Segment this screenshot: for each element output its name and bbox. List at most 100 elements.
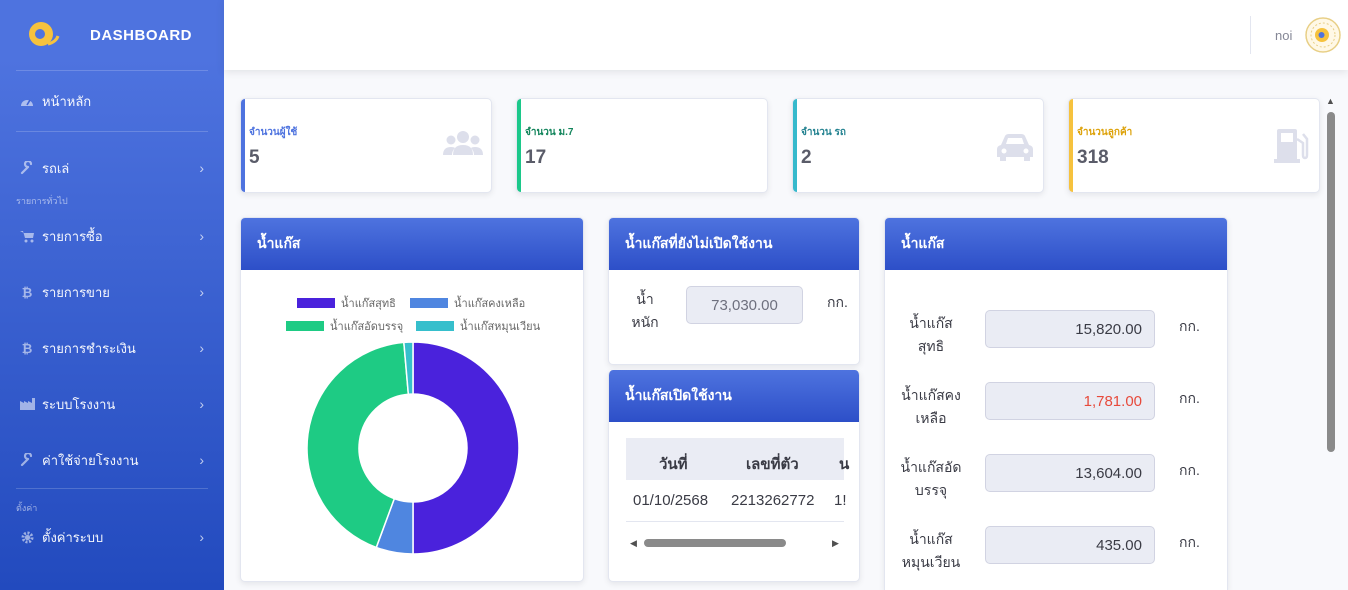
scroll-up-icon[interactable]: ▲ bbox=[1326, 96, 1335, 106]
sidebar-item-payments[interactable]: ₿ รายการชำระเงิน › bbox=[0, 320, 224, 376]
sidebar-item-rot-le[interactable]: รถเล่ › bbox=[0, 142, 224, 194]
chevron-right-icon: › bbox=[199, 529, 204, 545]
stat-accent-bar bbox=[241, 99, 245, 192]
avatar[interactable] bbox=[1305, 17, 1341, 53]
panel-title: น้ำแก๊ส bbox=[885, 218, 1227, 270]
sidebar-item-label: รายการซื้อ bbox=[42, 228, 103, 244]
cart-icon bbox=[18, 230, 36, 243]
panel-gas-summary: น้ำแก๊ส น้ำแก๊สสุทธิ 15,820.00 กก. น้ำแก… bbox=[884, 217, 1228, 590]
sidebar-item-factory[interactable]: ระบบโรงงาน › bbox=[0, 376, 224, 432]
stat-label: จำนวน รถ bbox=[801, 127, 846, 138]
chevron-right-icon: › bbox=[199, 340, 204, 356]
stat-label: จำนวนลูกค้า bbox=[1077, 127, 1133, 138]
doughnut-chart bbox=[306, 341, 520, 555]
topbar: noi bbox=[224, 0, 1348, 70]
stat-value: 2 bbox=[801, 147, 812, 168]
sidebar-item-settings[interactable]: ตั้งค่าระบบ › bbox=[0, 515, 224, 559]
column-header[interactable]: น bbox=[839, 452, 849, 476]
user-name[interactable]: noi bbox=[1275, 28, 1292, 43]
sidebar-item-purchases[interactable]: รายการซื้อ › bbox=[0, 208, 224, 264]
sidebar-item-factory-expenses[interactable]: ค่าใช้จ่ายโรงงาน › bbox=[0, 432, 224, 488]
sidebar-item-label: รายการขาย bbox=[42, 284, 110, 300]
panel-gas-unopened: น้ำแก๊สที่ยังไม่เปิดใช้งาน น้ำหนัก 73,03… bbox=[608, 217, 860, 365]
page-scrollbar[interactable]: ▲ bbox=[1322, 96, 1340, 590]
legend-label: น้ำแก๊สสุทธิ bbox=[341, 298, 396, 310]
brand-title: DASHBOARD bbox=[90, 26, 192, 44]
unit-label: กก. bbox=[827, 294, 848, 310]
unit-label: กก. bbox=[1179, 534, 1200, 550]
topbar-divider bbox=[1250, 16, 1251, 54]
stat-label: จำนวน ม.7 bbox=[525, 127, 574, 138]
doughnut-slice-1[interactable] bbox=[412, 341, 520, 555]
bitcoin-icon: ₿ bbox=[21, 284, 33, 300]
summary-value: 435.00 bbox=[1096, 536, 1142, 554]
sidebar-heading-settings: ตั้งค่า bbox=[16, 503, 38, 513]
table-cell: 2213262772 bbox=[731, 492, 815, 509]
stat-accent-bar bbox=[793, 99, 797, 192]
column-header[interactable]: เลขที่ตัว bbox=[746, 452, 799, 476]
column-header[interactable]: วันที่ bbox=[659, 452, 688, 476]
legend-label: น้ำแก๊สหมุนเวียน bbox=[460, 321, 541, 333]
sidebar-item-sales[interactable]: ₿ รายการขาย › bbox=[0, 264, 224, 320]
stat-label: จำนวนผู้ใช้ bbox=[249, 127, 298, 138]
sidebar-heading-general: รายการทั่วไป bbox=[16, 196, 68, 206]
sidebar-item-home[interactable]: หน้าหลัก bbox=[0, 71, 224, 131]
brand[interactable]: DASHBOARD bbox=[0, 0, 224, 70]
weight-field[interactable]: 73,030.00 bbox=[686, 286, 803, 324]
brand-logo-icon bbox=[29, 22, 60, 46]
legend-item[interactable]: น้ำแก๊สอัดบรรจุ bbox=[286, 317, 403, 335]
legend-item[interactable]: น้ำแก๊สหมุนเวียน bbox=[416, 317, 540, 335]
industry-icon bbox=[18, 398, 36, 410]
summary-value-field[interactable]: 15,820.00 bbox=[985, 310, 1155, 348]
legend-swatch bbox=[416, 321, 454, 331]
chevron-right-icon: › bbox=[199, 160, 204, 176]
chevron-right-icon: › bbox=[199, 396, 204, 412]
panel-gas-chart: น้ำแก๊ส น้ำแก๊สสุทธิ น้ำแก๊สคงเหลือ น้ำแ… bbox=[240, 217, 584, 582]
summary-label: น้ำแก๊สหมุนเวียน bbox=[901, 531, 961, 570]
panel-title: น้ำแก๊สเปิดใช้งาน bbox=[609, 370, 859, 422]
sidebar-item-label: ค่าใช้จ่ายโรงงาน bbox=[42, 452, 139, 468]
scrollbar-thumb[interactable] bbox=[1327, 112, 1335, 452]
wrench-icon bbox=[18, 453, 36, 467]
stat-card-m7: จำนวน ม.7 17 bbox=[516, 98, 768, 193]
car-icon bbox=[997, 134, 1033, 161]
sidebar-divider bbox=[16, 131, 208, 132]
stat-value: 318 bbox=[1077, 147, 1109, 168]
sidebar-item-label: หน้าหลัก bbox=[42, 93, 92, 109]
scrollbar-thumb[interactable] bbox=[644, 539, 786, 547]
panel-gas-opened: น้ำแก๊สเปิดใช้งาน วันที่ เลขที่ตัว น 01/… bbox=[608, 370, 860, 582]
summary-value: 15,820.00 bbox=[1075, 320, 1142, 338]
unit-label: กก. bbox=[1179, 318, 1200, 334]
stat-card-users: จำนวนผู้ใช้ 5 bbox=[240, 98, 492, 193]
scroll-right-icon[interactable]: ▶ bbox=[832, 538, 839, 549]
chevron-right-icon: › bbox=[199, 228, 204, 244]
legend-item[interactable]: น้ำแก๊สสุทธิ bbox=[297, 294, 396, 312]
summary-value-field[interactable]: 1,781.00 bbox=[985, 382, 1155, 420]
weight-label: น้ำหนัก bbox=[631, 291, 659, 330]
horizontal-scrollbar[interactable]: ◀ ▶ bbox=[626, 534, 844, 554]
sidebar: DASHBOARD หน้าหลัก รถเล่ › รายการทั่วไป … bbox=[0, 0, 224, 590]
stat-card-cars: จำนวน รถ 2 bbox=[792, 98, 1044, 193]
legend-item[interactable]: น้ำแก๊สคงเหลือ bbox=[410, 294, 525, 312]
summary-value-field[interactable]: 435.00 bbox=[985, 526, 1155, 564]
sidebar-item-label: รายการชำระเงิน bbox=[42, 340, 136, 356]
table-cell: 1! bbox=[834, 492, 847, 509]
panel-title: น้ำแก๊ส bbox=[241, 218, 583, 270]
wrench-icon bbox=[18, 161, 36, 175]
legend-swatch bbox=[410, 298, 448, 308]
stat-value: 17 bbox=[525, 147, 547, 168]
summary-value-field[interactable]: 13,604.00 bbox=[985, 454, 1155, 492]
summary-label: น้ำแก๊สสุทธิ bbox=[909, 315, 953, 354]
table-cell: 01/10/2568 bbox=[633, 492, 709, 509]
sidebar-item-label: ระบบโรงงาน bbox=[42, 396, 116, 412]
stat-accent-bar bbox=[517, 99, 521, 192]
stat-card-customers: จำนวนลูกค้า 318 bbox=[1068, 98, 1320, 193]
scroll-left-icon[interactable]: ◀ bbox=[630, 538, 637, 549]
chevron-right-icon: › bbox=[199, 284, 204, 300]
sidebar-item-label: รถเล่ bbox=[42, 160, 70, 176]
users-icon bbox=[443, 131, 483, 155]
summary-label: น้ำแก๊สอัดบรรจุ bbox=[900, 459, 962, 498]
bitcoin-icon: ₿ bbox=[21, 340, 33, 356]
legend-swatch bbox=[286, 321, 324, 331]
stat-value: 5 bbox=[249, 147, 260, 168]
